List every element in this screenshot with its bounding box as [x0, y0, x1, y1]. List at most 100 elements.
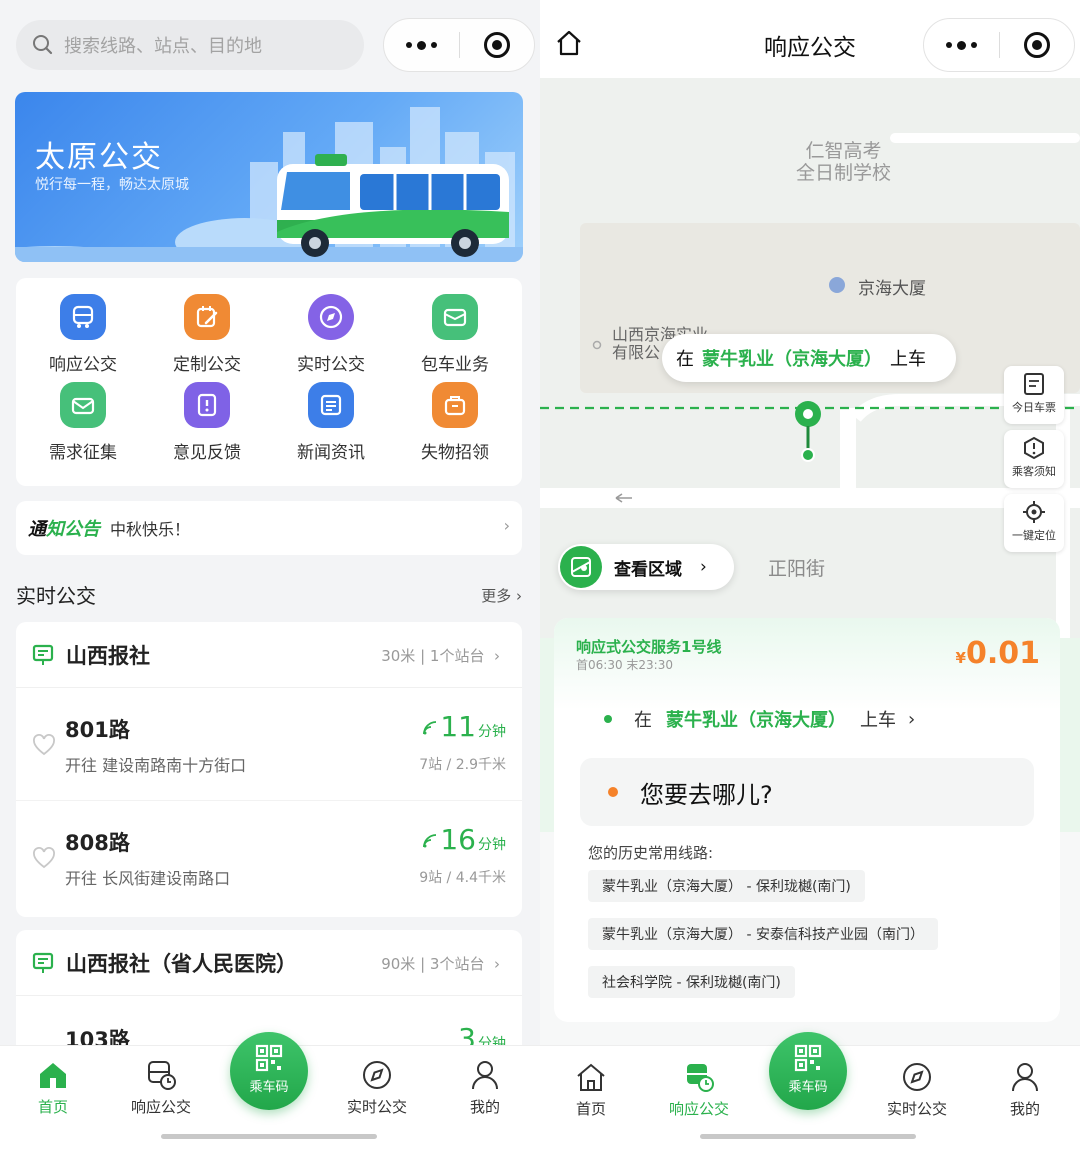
service-lost-found[interactable]: 失物招领 [392, 382, 518, 463]
compass-icon [903, 1063, 931, 1091]
more-link[interactable]: 更多 › [481, 585, 522, 606]
route-number: 808路 [65, 831, 130, 855]
tab-response-bus[interactable]: 响应公交 [116, 1058, 206, 1117]
mail-icon [432, 294, 478, 340]
user-icon [472, 1061, 498, 1090]
route-stops: 7站 / 2.9千米 [419, 757, 506, 773]
passenger-notice-button[interactable]: 乘客须知 [1004, 430, 1064, 488]
bus-illustration [277, 154, 509, 257]
home-icon [577, 1063, 605, 1091]
service-news[interactable]: 新闻资讯 [268, 382, 394, 463]
route-direction: 开往 建设南路南十方街口 [65, 756, 247, 775]
edit-calendar-icon [184, 294, 230, 340]
tab-bar: 首页 响应公交 乘车码 实时公交 我的 [540, 1032, 1080, 1149]
home-screen: 搜索线路、站点、目的地 太原公交 悦行每一程，畅达太原城 响应公交 定制公交 实… [0, 0, 540, 1149]
stop-header[interactable]: 山西报社（省人民医院） 90米 | 3个站台 › [16, 930, 522, 996]
service-feedback[interactable]: 意见反馈 [144, 382, 270, 463]
qr-code-button[interactable]: 乘车码 [769, 1032, 847, 1110]
bus-clock-icon [687, 1064, 714, 1092]
service-charter[interactable]: 包车业务 [392, 294, 518, 375]
history-route-chip[interactable]: 蒙牛乳业（京海大厦） - 安泰信科技产业园（南门） [588, 918, 938, 950]
line-header: 响应式公交服务1号线 首06:30 末23:30 ¥0.01 [554, 618, 1060, 710]
service-grid: 响应公交 定制公交 实时公交 包车业务 需求征集 意见反馈 新闻资讯 失物招领 [16, 278, 522, 486]
today-ticket-button[interactable]: 今日车票 [1004, 366, 1064, 424]
qr-code-icon [255, 1044, 283, 1072]
tab-response-bus[interactable]: 响应公交 [654, 1060, 744, 1119]
news-icon [308, 382, 354, 428]
notice-tag: 通知公告 [28, 519, 100, 540]
section-title: 实时公交 [16, 584, 96, 608]
favorite-heart-icon[interactable] [32, 847, 56, 869]
feedback-icon [184, 382, 230, 428]
signal-icon [423, 834, 437, 848]
chevron-right-icon: › [503, 516, 510, 535]
tab-bar: 首页 响应公交 乘车码 实时公交 我的 [0, 1032, 540, 1149]
route-panel: 响应式公交服务1号线 首06:30 末23:30 ¥0.01 在蒙牛乳业（京海大… [554, 618, 1060, 1022]
ticket-icon [1024, 373, 1044, 395]
search-input[interactable]: 搜索线路、站点、目的地 [16, 20, 364, 70]
tab-realtime-bus[interactable]: 实时公交 [332, 1058, 422, 1117]
route-row[interactable]: 808路 开往 长风街建设南路口 16 分钟 9站 / 4.4千米 [16, 801, 522, 914]
tab-home[interactable]: 首页 [546, 1060, 636, 1119]
user-icon [1012, 1063, 1038, 1092]
map-label-street: 正阳街 [768, 558, 826, 580]
boarding-dot-icon [604, 715, 612, 723]
more-menu-icon[interactable] [384, 40, 459, 50]
tab-mine[interactable]: 我的 [980, 1060, 1070, 1119]
stop-card: 山西报社 30米 | 1个站台 › 801路 开往 建设南路南十方街口 11 分钟… [16, 622, 522, 917]
home-indicator [700, 1134, 916, 1139]
pickup-label: 在蒙牛乳业（京海大厦） 上车 [662, 334, 956, 382]
envelope-icon [60, 382, 106, 428]
bus-phone-icon [60, 294, 106, 340]
banner-title: 太原公交 [35, 140, 163, 175]
route-stops: 9站 / 4.4千米 [419, 870, 506, 886]
miniprogram-capsule [383, 18, 535, 72]
response-bus-screen: 响应公交 仁智高考 全日制学校 京海大厦 山西京海实业 有限公 正阳街 在蒙牛乳 [540, 0, 1080, 1149]
compass-icon [308, 294, 354, 340]
tab-mine[interactable]: 我的 [440, 1058, 530, 1117]
service-response-bus[interactable]: 响应公交 [20, 294, 146, 375]
stop-header[interactable]: 山西报社 30米 | 1个站台 › [16, 622, 522, 688]
realtime-section-header: 实时公交 更多 › [16, 580, 522, 610]
service-demand[interactable]: 需求征集 [20, 382, 146, 463]
more-menu-icon[interactable] [924, 40, 999, 50]
stop-name: 山西报社（省人民医院） [66, 952, 297, 976]
home-indicator [161, 1134, 377, 1139]
banner[interactable]: 太原公交 悦行每一程，畅达太原城 [15, 92, 523, 262]
signal-icon [423, 721, 437, 735]
map-area-icon [560, 546, 602, 588]
history-route-chip[interactable]: 社会科学院 - 保利珑樾(南门) [588, 966, 795, 998]
miniprogram-capsule [923, 18, 1075, 72]
route-number: 801路 [65, 718, 130, 742]
close-miniprogram-icon[interactable] [460, 32, 534, 58]
nav-bar: 响应公交 [540, 0, 1080, 78]
stop-name: 山西报社 [66, 644, 150, 668]
line-name: 响应式公交服务1号线 [576, 638, 722, 656]
stop-distance: 90米 | 3个站台 › [381, 955, 500, 973]
service-custom-bus[interactable]: 定制公交 [144, 294, 270, 375]
destination-input[interactable]: 您要去哪儿? [580, 758, 1034, 826]
tab-realtime-bus[interactable]: 实时公交 [872, 1060, 962, 1119]
history-route-chip[interactable]: 蒙牛乳业（京海大厦） - 保利珑樾(南门) [588, 870, 865, 902]
bus-stop-icon [32, 952, 54, 973]
alert-icon [1024, 436, 1044, 460]
map-label-building: 京海大厦 [858, 279, 926, 299]
service-realtime-bus[interactable]: 实时公交 [268, 294, 394, 375]
search-placeholder: 搜索线路、站点、目的地 [64, 36, 262, 57]
boarding-stop-row[interactable]: 在蒙牛乳业（京海大厦） 上车 › [604, 706, 915, 732]
tab-home[interactable]: 首页 [8, 1058, 98, 1117]
fare-price: ¥0.01 [955, 636, 1040, 671]
favorite-heart-icon[interactable] [32, 734, 56, 756]
history-title: 您的历史常用线路: [588, 844, 714, 862]
qr-code-button[interactable]: 乘车码 [230, 1032, 308, 1110]
line-time: 首06:30 末23:30 [576, 658, 673, 672]
locate-button[interactable]: 一键定位 [1004, 494, 1064, 552]
route-direction: 开往 长风街建设南路口 [65, 869, 231, 888]
compass-icon [363, 1061, 391, 1089]
close-miniprogram-icon[interactable] [1000, 32, 1074, 58]
view-area-button[interactable]: 查看区域 › [558, 544, 734, 590]
notice-bar[interactable]: 通知公告 中秋快乐！ › [16, 501, 522, 555]
home-icon [40, 1063, 66, 1088]
route-row[interactable]: 801路 开往 建设南路南十方街口 11 分钟 7站 / 2.9千米 [16, 688, 522, 801]
destination-dot-icon [608, 787, 618, 797]
